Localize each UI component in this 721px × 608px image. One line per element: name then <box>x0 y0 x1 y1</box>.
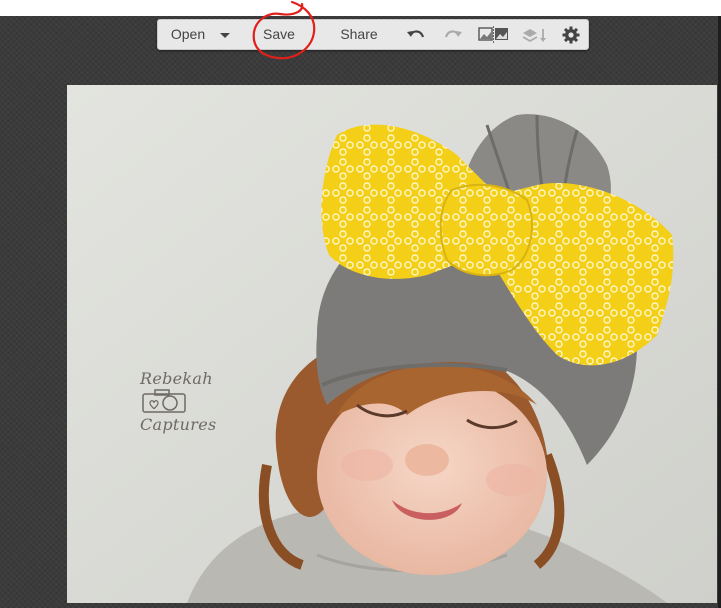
chevron-down-icon[interactable] <box>218 26 236 44</box>
gear-icon[interactable] <box>562 26 580 44</box>
save-button[interactable]: Save <box>260 20 298 49</box>
photo-watermark: Rebekah Captures <box>140 369 217 434</box>
undo-icon[interactable] <box>406 26 425 44</box>
photo-canvas[interactable]: Rebekah Captures <box>67 85 717 603</box>
layers-icon[interactable] <box>522 26 548 44</box>
share-button[interactable]: Share <box>338 20 380 49</box>
open-button[interactable]: Open <box>170 20 206 49</box>
compare-icon[interactable] <box>478 26 510 44</box>
camera-icon <box>142 389 186 413</box>
top-strip <box>0 0 721 16</box>
redo-icon[interactable] <box>443 26 462 44</box>
main-toolbar: Open Save Share <box>157 19 589 50</box>
